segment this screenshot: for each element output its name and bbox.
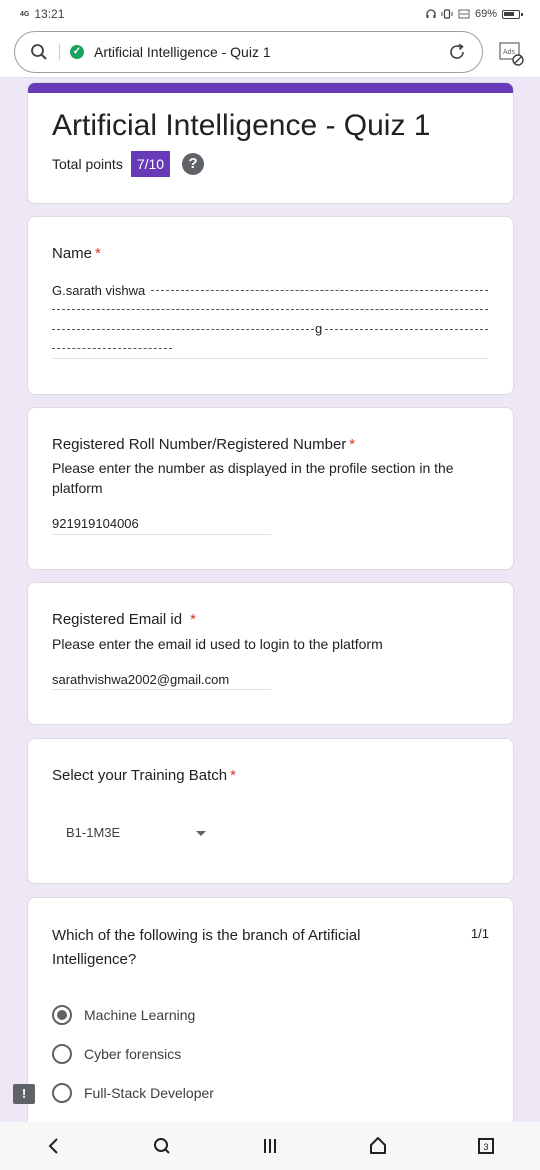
question-name-card: Name * G.sarath vishwa g [27, 216, 514, 395]
question-batch-card: Select your Training Batch * B1-1M3E [27, 738, 514, 884]
score-badge: 7/10 [130, 151, 171, 177]
name-answer: G.sarath vishwa [52, 283, 146, 298]
status-time: 13:21 [34, 7, 65, 21]
question-roll-label: Registered Roll Number/Registered Number [52, 436, 347, 453]
option-label: Cyber forensics [84, 1046, 182, 1062]
menu-icon[interactable] [258, 1134, 282, 1158]
question-roll-card: Registered Roll Number/Registered Number… [27, 407, 514, 570]
option-label: Full-Stack Developer [84, 1085, 214, 1101]
url-text[interactable]: Artificial Intelligence - Quiz 1 [94, 44, 271, 60]
option-cyber-forensics[interactable]: Cyber forensics [52, 1044, 181, 1064]
reload-icon[interactable] [446, 41, 468, 63]
address-divider [59, 44, 60, 60]
address-bar[interactable]: ✓ Artificial Intelligence - Quiz 1 [14, 31, 483, 73]
radio-unchecked-icon[interactable] [52, 1044, 72, 1064]
radio-unchecked-icon[interactable] [52, 1083, 72, 1103]
answer-underline [52, 689, 271, 690]
headphones-icon [426, 9, 436, 18]
option-full-stack-developer[interactable]: Full-Stack Developer [52, 1083, 214, 1103]
network-signal-icon: 4G [20, 10, 30, 18]
question-batch-label: Select your Training Batch [52, 767, 228, 784]
help-text-line: Please enter the number as displayed in … [52, 460, 454, 476]
required-asterisk: * [95, 245, 101, 262]
back-icon[interactable] [42, 1134, 66, 1158]
option-machine-learning[interactable]: Machine Learning [52, 1005, 195, 1025]
question-label-line: Which of the following is the branch of … [52, 927, 361, 944]
browser-toolbar: ✓ Artificial Intelligence - Quiz 1 Ads [0, 28, 540, 78]
question-email-card: Registered Email id * Please enter the em… [27, 582, 514, 725]
total-points-row: Total points 7/10 ? [52, 151, 205, 177]
question-label-line: Intelligence? [52, 951, 137, 968]
battery-icon [502, 9, 523, 19]
question-branch-card: Which of the following is the branch of … [27, 897, 514, 1137]
question-points: 1/1 [470, 926, 489, 941]
name-answer-scribble: g [315, 321, 323, 336]
vibrate-icon [441, 9, 453, 19]
question-label: Name * [52, 245, 101, 262]
answer-dash-line [325, 329, 488, 330]
question-label: Registered Roll Number/Registered Number… [52, 436, 355, 453]
required-asterisk: * [230, 767, 236, 784]
form-title: Artificial Intelligence - Quiz 1 [52, 109, 431, 142]
secure-check-icon: ✓ [70, 45, 84, 59]
answer-dash-line [52, 309, 488, 310]
radio-checked-icon[interactable] [52, 1005, 72, 1025]
question-label: Registered Email id * [52, 611, 196, 628]
help-icon[interactable]: ? [182, 153, 205, 175]
option-label: Machine Learning [84, 1007, 196, 1023]
question-help-text: Please enter the email id used to login … [52, 636, 383, 652]
answer-underline [52, 358, 488, 359]
required-asterisk: * [190, 611, 196, 628]
help-text-line: platform [52, 480, 103, 496]
chevron-down-icon [196, 831, 206, 836]
batch-selected-value: B1-1M3E [66, 825, 121, 840]
status-bar: 4G 13:21 69% [0, 0, 540, 28]
answer-dash-line [151, 290, 488, 291]
home-icon[interactable] [366, 1134, 390, 1158]
ad-block-icon[interactable]: Ads [498, 40, 524, 66]
roll-answer: 921919104006 [52, 516, 139, 531]
email-answer: sarathvishwa2002@gmail.com [52, 672, 230, 687]
tabs-count: 3 [484, 1142, 489, 1152]
tabs-icon[interactable]: 3 [474, 1134, 498, 1158]
bottom-nav-bar: 3 [0, 1122, 540, 1170]
answer-underline [52, 534, 271, 535]
question-email-label: Registered Email id [52, 611, 183, 628]
search-icon[interactable] [150, 1134, 174, 1158]
answer-dash-line [52, 329, 314, 330]
ad-block-label: Ads [503, 49, 516, 56]
volte-icon [458, 9, 470, 19]
search-icon[interactable] [29, 42, 49, 62]
form-header-card: Artificial Intelligence - Quiz 1 Total p… [27, 82, 514, 204]
battery-percent: 69% [474, 8, 497, 20]
total-points-label: Total points [52, 156, 123, 172]
question-help-text: Please enter the number as displayed in … [52, 458, 454, 498]
question-label: Select your Training Batch * [52, 767, 236, 784]
question-name-label: Name [52, 245, 93, 262]
report-feedback-icon[interactable]: ! [13, 1084, 35, 1104]
question-label: Which of the following is the branch of … [52, 924, 360, 972]
accent-bar [28, 83, 513, 93]
answer-dash-line [52, 348, 172, 349]
required-asterisk: * [349, 436, 356, 453]
